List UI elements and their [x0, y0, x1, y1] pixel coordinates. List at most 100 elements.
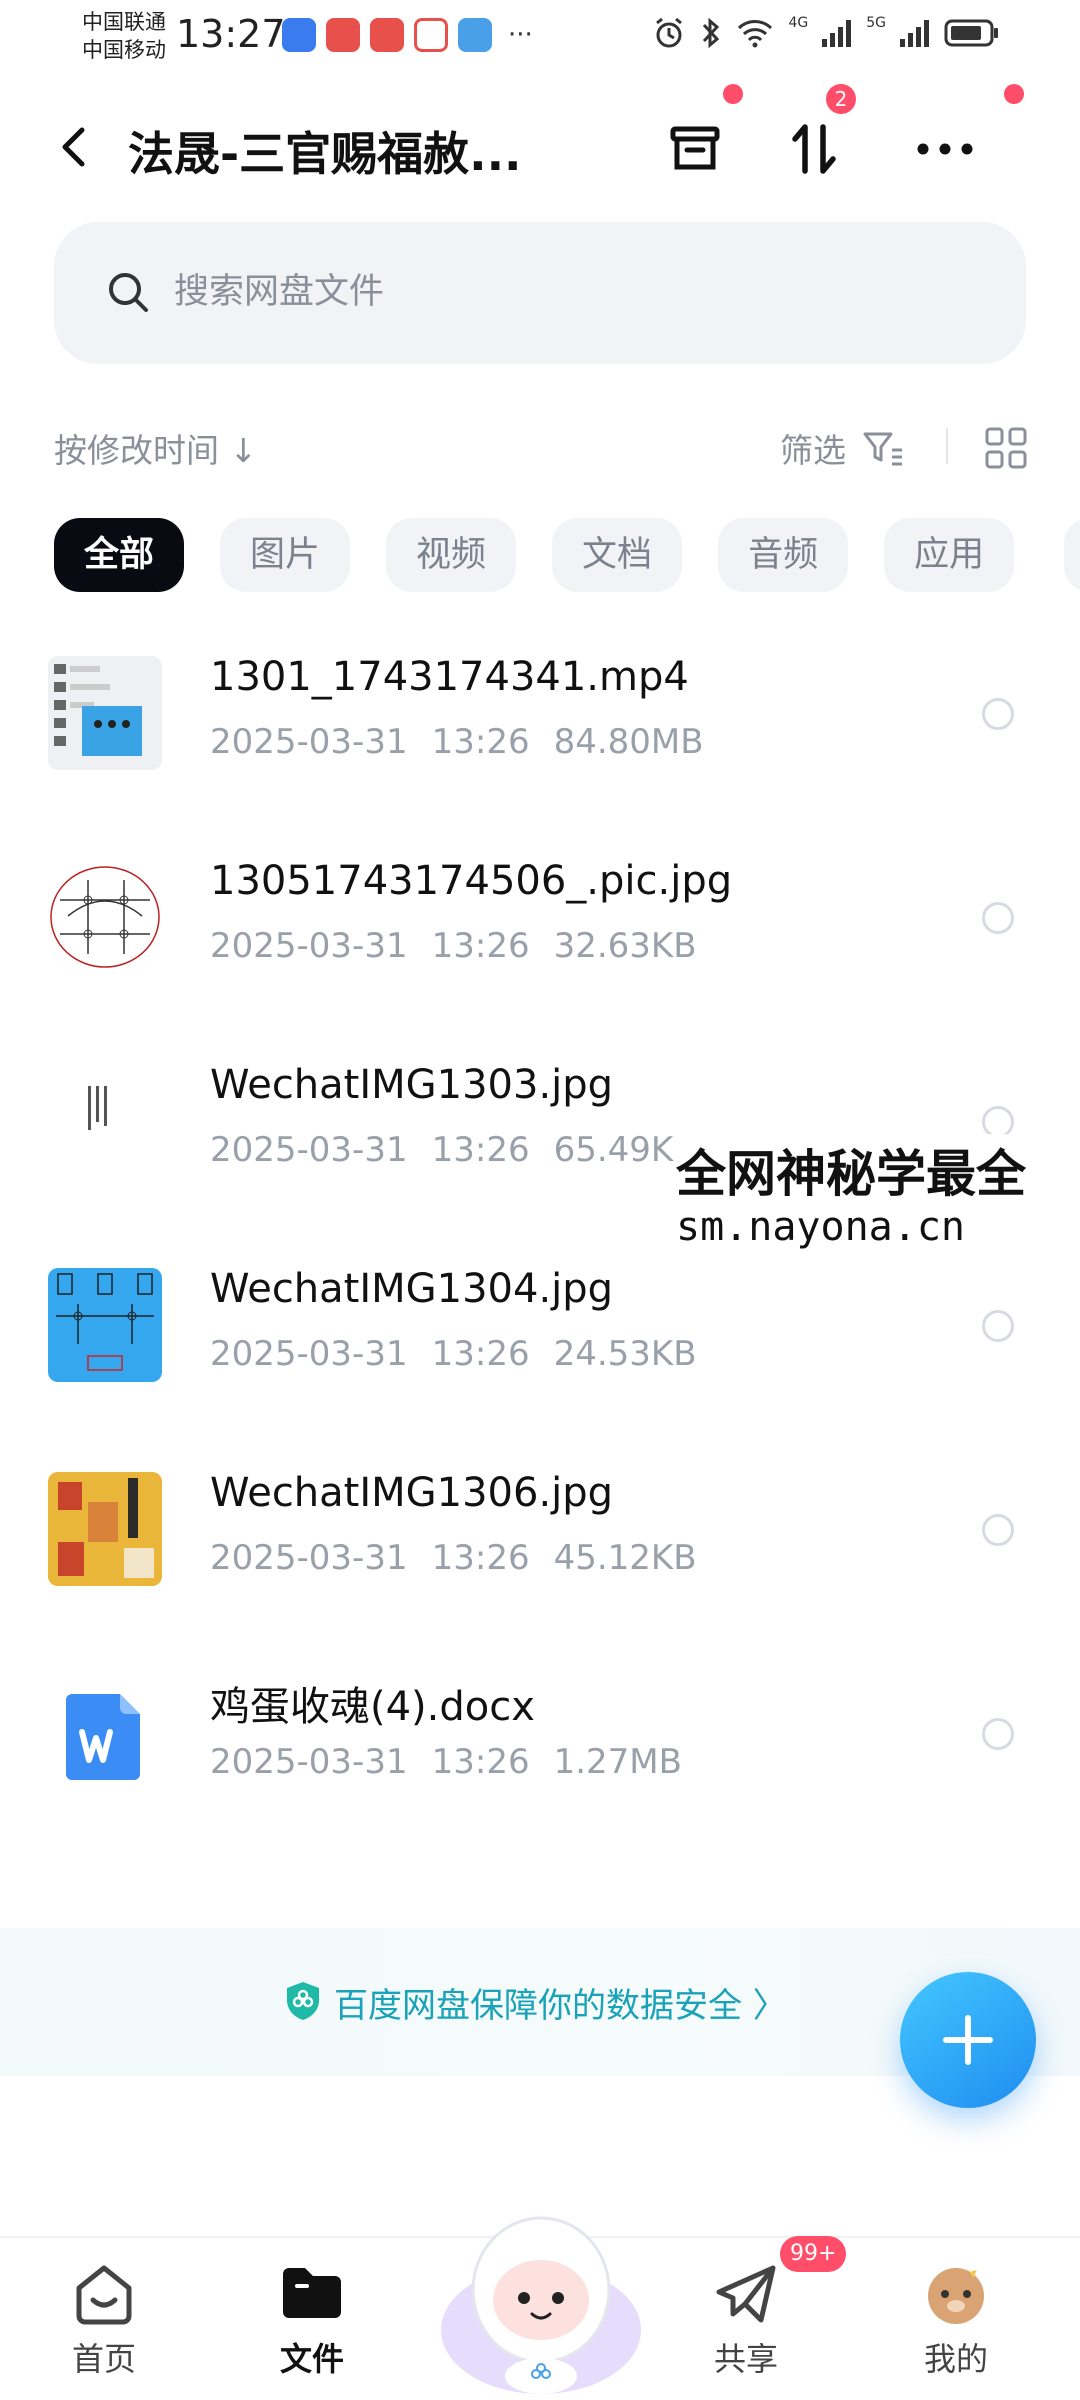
file-date: 2025-03-31: [210, 1742, 408, 1782]
ai-assistant-mascot-button[interactable]: [432, 2180, 650, 2398]
sort-by-modified-button[interactable]: 按修改时间 ↓: [54, 424, 257, 472]
file-name: WechatIMG1304.jpg: [210, 1266, 614, 1312]
battery-icon: [944, 19, 998, 47]
shield-icon: [287, 1982, 319, 2020]
file-time: 13:26: [431, 1538, 530, 1578]
more-options-button[interactable]: [910, 114, 980, 184]
tab-all[interactable]: 全部: [54, 518, 185, 592]
image-thumbnail: [48, 1472, 162, 1586]
select-radio[interactable]: [982, 1718, 1014, 1750]
file-date: 2025-03-31: [210, 926, 408, 966]
transfer-list-button[interactable]: [780, 114, 850, 184]
filter-icon[interactable]: [862, 430, 904, 466]
file-time: 13:26: [431, 926, 530, 966]
file-meta: 2025-03-31 13:26 45.12KB: [210, 1538, 721, 1578]
tab-apps[interactable]: 应用: [884, 518, 1015, 592]
signal-icon: [900, 20, 929, 47]
select-radio[interactable]: [982, 698, 1014, 730]
notification-icons: ···: [282, 18, 533, 52]
tab-images[interactable]: 图片: [220, 518, 351, 592]
file-row[interactable]: 13051743174506_.pic.jpg 2025-03-31 13:26 3…: [0, 816, 1080, 1020]
file-meta: 2025-03-31 13:26 32.63KB: [210, 926, 721, 966]
plus-icon: [943, 2015, 993, 2065]
app-notification-icon: [370, 18, 404, 52]
file-meta: 2025-03-31 13:26 84.80MB: [210, 722, 728, 762]
file-date: 2025-03-31: [210, 1334, 408, 1374]
share-count-badge: 99+: [780, 2236, 847, 2272]
network-4g-label: 4G: [788, 15, 809, 31]
carrier-2: 中国移动: [82, 38, 166, 62]
word-doc-icon: [48, 1676, 162, 1790]
video-thumbnail: [48, 656, 162, 770]
network-5g-label: 5G: [866, 15, 886, 31]
add-button[interactable]: [900, 1972, 1036, 2108]
home-icon: [69, 2258, 139, 2328]
file-size: 45.12KB: [553, 1538, 697, 1578]
tab-videos[interactable]: 视频: [386, 518, 517, 592]
search-input[interactable]: [174, 262, 974, 322]
file-time: 13:26: [431, 1742, 530, 1782]
alarm-icon: [656, 17, 683, 48]
select-radio[interactable]: [982, 1310, 1014, 1342]
app-notification-icon: [326, 18, 360, 52]
carrier-1: 中国联通: [82, 10, 166, 34]
file-row[interactable]: 鸡蛋收魂(4).docx 2025-03-31 13:26 1.27MB: [0, 1632, 1080, 1836]
nav-share[interactable]: 共享: [686, 2258, 806, 2398]
watermark-line-1: 全网神秘学最全: [676, 1145, 1026, 1203]
file-time: 13:26: [431, 722, 530, 762]
watermark-overlay: 全网神秘学最全 sm.nayona.cn: [676, 1134, 1080, 1264]
file-size: 32.63KB: [553, 926, 697, 966]
file-name: 1301_1743174341.mp4: [210, 654, 689, 700]
file-size: 24.53KB: [553, 1334, 697, 1374]
category-tabs: 全部 图片 视频 文档 音频 应用: [54, 518, 1015, 592]
profile-avatar-icon: [921, 2258, 991, 2328]
tab-audio[interactable]: 音频: [718, 518, 849, 592]
nav-profile[interactable]: 我的: [896, 2258, 1016, 2398]
carrier-info: 中国联通 中国移动: [82, 8, 166, 64]
file-date: 2025-03-31: [210, 1538, 408, 1578]
nav-files-label: 文件: [279, 2340, 344, 2378]
select-radio[interactable]: [982, 1514, 1014, 1546]
nav-share-label: 共享: [713, 2340, 778, 2378]
page-header: 法晟-三官赐福赦... 2: [0, 84, 1080, 196]
sort-filter-bar: 按修改时间 ↓ 筛选: [0, 418, 1080, 478]
filter-button[interactable]: 筛选: [780, 424, 846, 472]
recycle-box-button[interactable]: [660, 114, 730, 184]
share-icon: [711, 2258, 781, 2328]
bluetooth-icon: [703, 17, 720, 49]
back-button[interactable]: [50, 122, 100, 172]
search-bar[interactable]: [54, 222, 1026, 364]
more-notifications: ···: [508, 20, 533, 50]
file-row[interactable]: 1301_1743174341.mp4 2025-03-31 13:26 84.80…: [0, 612, 1080, 816]
nav-home[interactable]: 首页: [44, 2258, 164, 2398]
wallet-app-icon: [458, 18, 492, 52]
file-name: WechatIMG1306.jpg: [210, 1470, 614, 1516]
search-icon: [109, 273, 148, 312]
chevron-left-icon: [62, 127, 85, 167]
file-time: 13:26: [431, 1130, 530, 1170]
box-icon: [670, 126, 720, 170]
tab-documents[interactable]: 文档: [552, 518, 683, 592]
recycle-box-dot: [723, 84, 743, 104]
file-name: 13051743174506_.pic.jpg: [210, 858, 733, 904]
book-app-icon: [414, 18, 448, 52]
grid-view-icon[interactable]: [984, 426, 1028, 470]
file-date: 2025-03-31: [210, 1130, 408, 1170]
file-meta: 2025-03-31 13:26 1.27MB: [210, 1742, 706, 1782]
app-notification-icon: [282, 18, 316, 52]
nav-profile-label: 我的: [923, 2340, 988, 2378]
select-radio[interactable]: [982, 902, 1014, 934]
transfer-count-badge: 2: [826, 84, 856, 114]
watermark-line-2: sm.nayona.cn: [676, 1204, 965, 1250]
divider: [946, 428, 948, 464]
tab-more-edge[interactable]: [1064, 518, 1080, 592]
security-banner-text: 百度网盘保障你的数据安全 〉: [334, 1986, 787, 2026]
file-row[interactable]: WechatIMG1306.jpg 2025-03-31 13:26 45.12KB: [0, 1428, 1080, 1632]
nav-home-label: 首页: [71, 2340, 136, 2378]
file-name: WechatIMG1303.jpg: [210, 1062, 614, 1108]
signal-icon: [822, 20, 852, 47]
nav-files[interactable]: 文件: [252, 2258, 372, 2398]
wifi-icon: [738, 20, 773, 48]
image-thumbnail: [48, 1064, 162, 1178]
file-size: 1.27MB: [553, 1742, 682, 1782]
